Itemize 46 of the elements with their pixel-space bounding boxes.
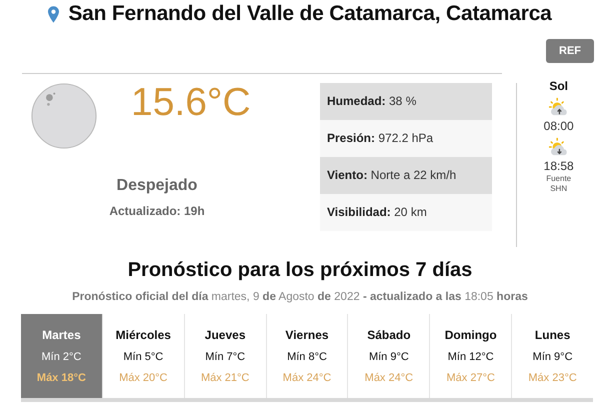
ref-button[interactable]: REF	[546, 39, 594, 63]
sun-time: 08:00	[544, 119, 574, 133]
detail-row: Viento: Norte a 22 km/h	[320, 157, 492, 194]
max-temp: Máx 24°C	[364, 372, 414, 384]
min-temp: Mín 9°C	[368, 351, 409, 363]
forecast-day-card[interactable]: Domingo Mín 12°C Máx 27°C	[429, 314, 512, 398]
min-temp: Mín 5°C	[123, 351, 164, 363]
source-label: Fuente	[546, 174, 572, 183]
max-temp: Máx 21°C	[200, 372, 250, 384]
min-temp: Mín 8°C	[287, 351, 327, 363]
condition-text: Despejado	[116, 177, 198, 195]
forecast-title: Pronóstico para los próximos 7 días	[126, 259, 474, 282]
source-name: SHN	[550, 184, 568, 193]
detail-row: Visibilidad: 20 km	[320, 194, 492, 231]
forecast-day-card[interactable]: Sábado Mín 9°C Máx 24°C	[347, 314, 430, 398]
sun-time: 18:58	[544, 159, 574, 173]
day-name: Jueves	[204, 328, 246, 342]
day-name: Miércoles	[116, 328, 171, 342]
max-temp: Máx 20°C	[119, 372, 168, 384]
day-name: Domingo	[444, 328, 497, 342]
day-name: Martes	[42, 328, 81, 342]
day-name: Lunes	[534, 328, 570, 342]
max-temp: Máx 27°C	[446, 372, 495, 384]
forecast-day-card[interactable]: Martes Mín 2°C Máx 18°C	[21, 314, 102, 398]
max-temp: Máx 24°C	[282, 372, 332, 384]
moon-icon	[30, 82, 98, 150]
location-pin-icon	[48, 6, 60, 22]
detail-row: Presión: 972.2 hPa	[320, 120, 492, 157]
forecast-subtitle: Pronóstico oficial del día martes, 9 de Agosto de 2022 - actualizado a las 18:05 horas	[71, 291, 529, 303]
location-title: San Fernando del Valle de Catamarca, Catamarca	[68, 2, 552, 26]
max-temp: Máx 23°C	[528, 372, 577, 384]
forecast-day-card[interactable]: Viernes Mín 8°C Máx 24°C	[266, 314, 348, 398]
temperature: 15.6°C	[131, 81, 251, 125]
min-temp: Mín 12°C	[448, 351, 494, 363]
min-temp: Mín 9°C	[532, 351, 573, 363]
forecast-day-card[interactable]: Miércoles Mín 5°C Máx 20°C	[102, 314, 184, 398]
day-name: Viernes	[285, 328, 329, 342]
detail-row: Humedad: 38 %	[320, 83, 492, 120]
day-name: Sábado	[367, 328, 411, 342]
min-temp: Mín 7°C	[205, 351, 246, 363]
forecast-day-card[interactable]: Jueves Mín 7°C Máx 21°C	[184, 314, 266, 398]
min-temp: Mín 2°C	[42, 351, 82, 363]
forecast-day-card[interactable]: Lunes Mín 9°C Máx 23°C	[511, 314, 594, 398]
updated-text: Actualizado: 19h	[108, 204, 206, 218]
max-temp: Máx 18°C	[36, 372, 86, 384]
sun-title: Sol	[549, 79, 568, 93]
